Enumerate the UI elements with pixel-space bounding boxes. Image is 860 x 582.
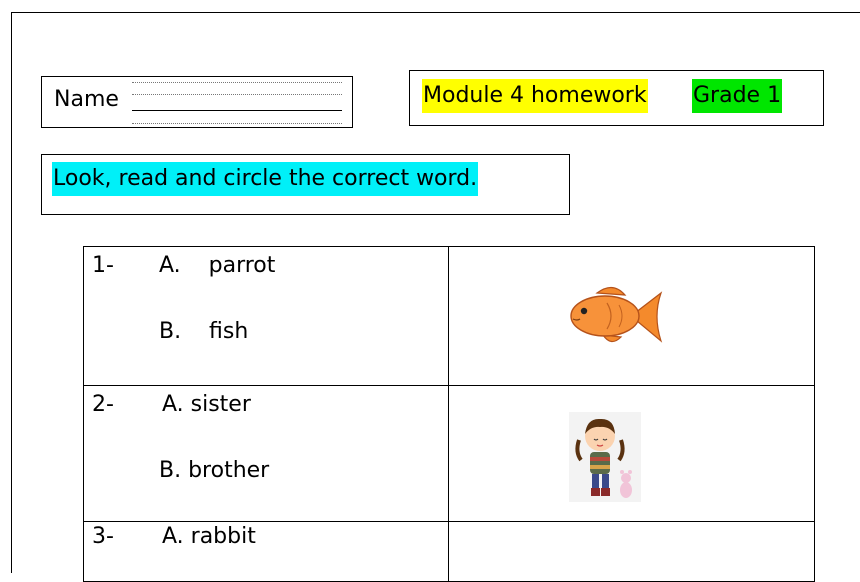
option-b[interactable]: B. brother [159,458,269,483]
option-b[interactable]: B. fish [159,319,248,344]
question-text-cell: 3- A. rabbit [83,521,449,582]
instruction-text: Look, read and circle the correct word. [52,162,479,196]
option-a[interactable]: A. rabbit [162,524,256,549]
question-number: 1- [92,253,114,278]
question-row: 3- A. rabbit [83,521,815,582]
question-number: 2- [92,392,114,417]
question-image-cell [448,385,815,522]
module-title: Module 4 homework [422,79,648,113]
name-writing-lines[interactable] [132,80,342,124]
option-a[interactable]: A. sister [162,392,251,417]
goldfish-picture [570,286,663,343]
question-number: 3- [92,524,114,549]
option-a[interactable]: A. parrot [159,253,275,278]
question-image-cell [448,521,815,582]
question-text-cell: 1- A. parrot B. fish [83,246,449,386]
question-image-cell [448,246,815,386]
question-table: 1- A. parrot B. fish 2- A. sister B. bro… [83,246,815,582]
question-row: 2- A. sister B. brother [83,385,815,522]
name-box: Name [41,76,353,128]
question-row: 1- A. parrot B. fish [83,246,815,386]
name-label: Name [54,87,119,112]
girl-picture [569,412,641,502]
module-box: Module 4 homework Grade 1 [409,70,824,126]
grade-label: Grade 1 [692,79,783,113]
question-text-cell: 2- A. sister B. brother [83,385,449,522]
instruction-box: Look, read and circle the correct word. [41,154,570,215]
